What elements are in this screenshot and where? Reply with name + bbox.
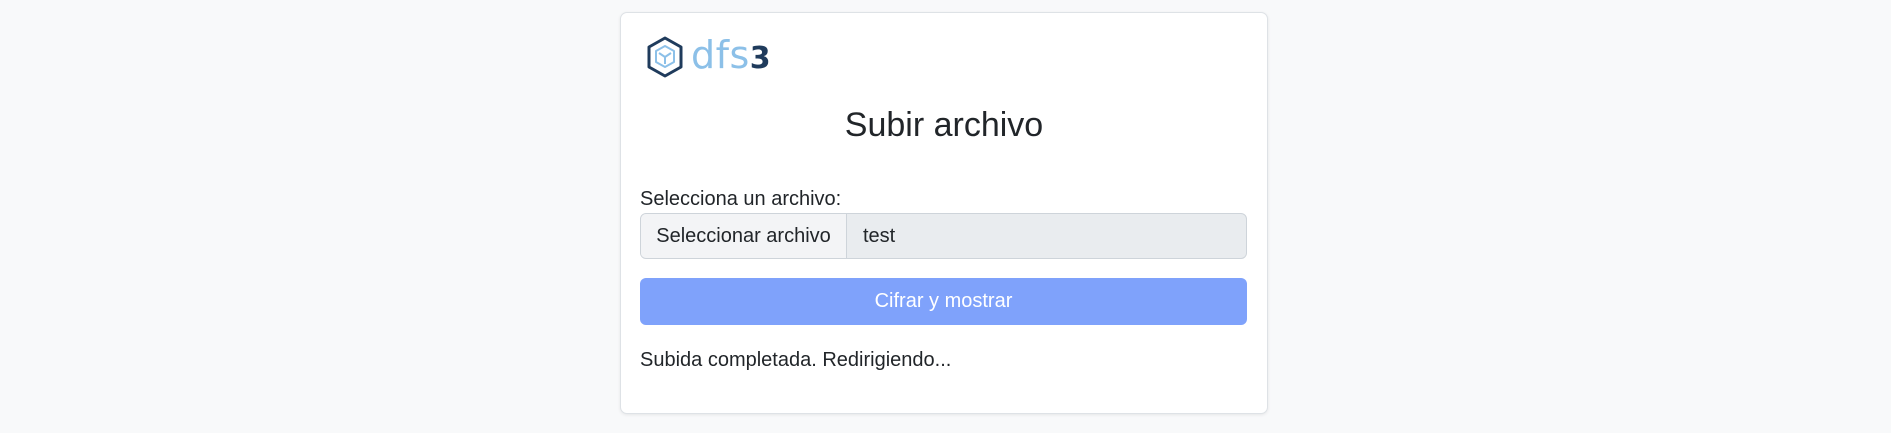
file-field-label: Selecciona un archivo: <box>640 188 842 210</box>
brand-logo: dfs3 <box>645 33 771 81</box>
brand-wordmark: dfs3 <box>691 33 771 81</box>
status-message: Subida completada. Redirigiendo... <box>640 349 952 371</box>
upload-card: dfs3 Subir archivo Selecciona un archivo… <box>620 12 1268 414</box>
choose-file-button[interactable]: Seleccionar archivo <box>641 214 847 258</box>
page-title: Subir archivo <box>844 106 1044 144</box>
brand-wordmark-number: 3 <box>749 41 772 76</box>
brand-wordmark-text: dfs <box>691 33 750 77</box>
encrypt-and-show-button[interactable]: Cifrar y mostrar <box>640 278 1247 325</box>
selected-file-name: test <box>863 224 896 247</box>
cube-logo-icon <box>647 36 683 78</box>
file-input[interactable]: Seleccionar archivo test <box>640 213 1247 259</box>
